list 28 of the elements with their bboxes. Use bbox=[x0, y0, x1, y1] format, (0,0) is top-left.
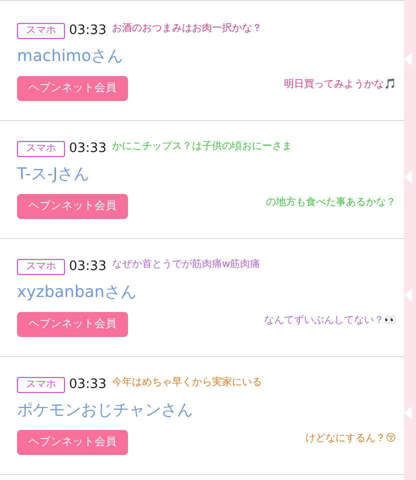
caption-text: けどなにするん？😚 bbox=[306, 432, 396, 446]
pointer-icon bbox=[404, 170, 412, 184]
post-time: 03:33 bbox=[69, 258, 106, 276]
post-time: 03:33 bbox=[69, 140, 106, 158]
user-name[interactable]: xyzbanbanさん bbox=[17, 282, 137, 302]
user-name[interactable]: machimoさん bbox=[17, 46, 124, 66]
member-badge[interactable]: ヘブンネット会員 bbox=[17, 76, 128, 100]
pointer-icon bbox=[404, 406, 412, 420]
device-tag: スマホ bbox=[17, 140, 65, 157]
post-time: 03:33 bbox=[69, 22, 106, 40]
device-tag: スマホ bbox=[17, 376, 65, 393]
caption-text: の地方も食べた事あるかな？ bbox=[266, 196, 396, 210]
caption-text: なぜか首とうでが筋肉痛w筋肉痛 bbox=[112, 258, 260, 272]
device-tag: スマホ bbox=[17, 22, 65, 39]
member-badge[interactable]: ヘブンネット会員 bbox=[17, 430, 128, 454]
device-tag: スマホ bbox=[17, 258, 65, 275]
member-badge[interactable]: ヘブンネット会員 bbox=[17, 312, 128, 336]
user-name[interactable]: ポケモンおじチャンさん bbox=[17, 400, 193, 420]
caption-text: かにこチップス？は子供の頃おにーさま bbox=[112, 140, 292, 154]
member-badge[interactable]: ヘブンネット会員 bbox=[17, 194, 128, 218]
pointer-icon bbox=[404, 288, 412, 302]
user-name[interactable]: T-ス-Jさん bbox=[17, 164, 90, 184]
caption-text: お酒のおつまみはお肉一択かな？ bbox=[112, 22, 262, 36]
caption-text: 今年はめちゃ早くから実家にいる bbox=[112, 376, 262, 390]
caption-text: なんてずいぶんしてない？👀 bbox=[264, 314, 396, 328]
pointer-icon bbox=[404, 52, 412, 66]
post-time: 03:33 bbox=[69, 376, 106, 394]
caption-text: 明日買ってみようかな🎵 bbox=[284, 78, 396, 92]
